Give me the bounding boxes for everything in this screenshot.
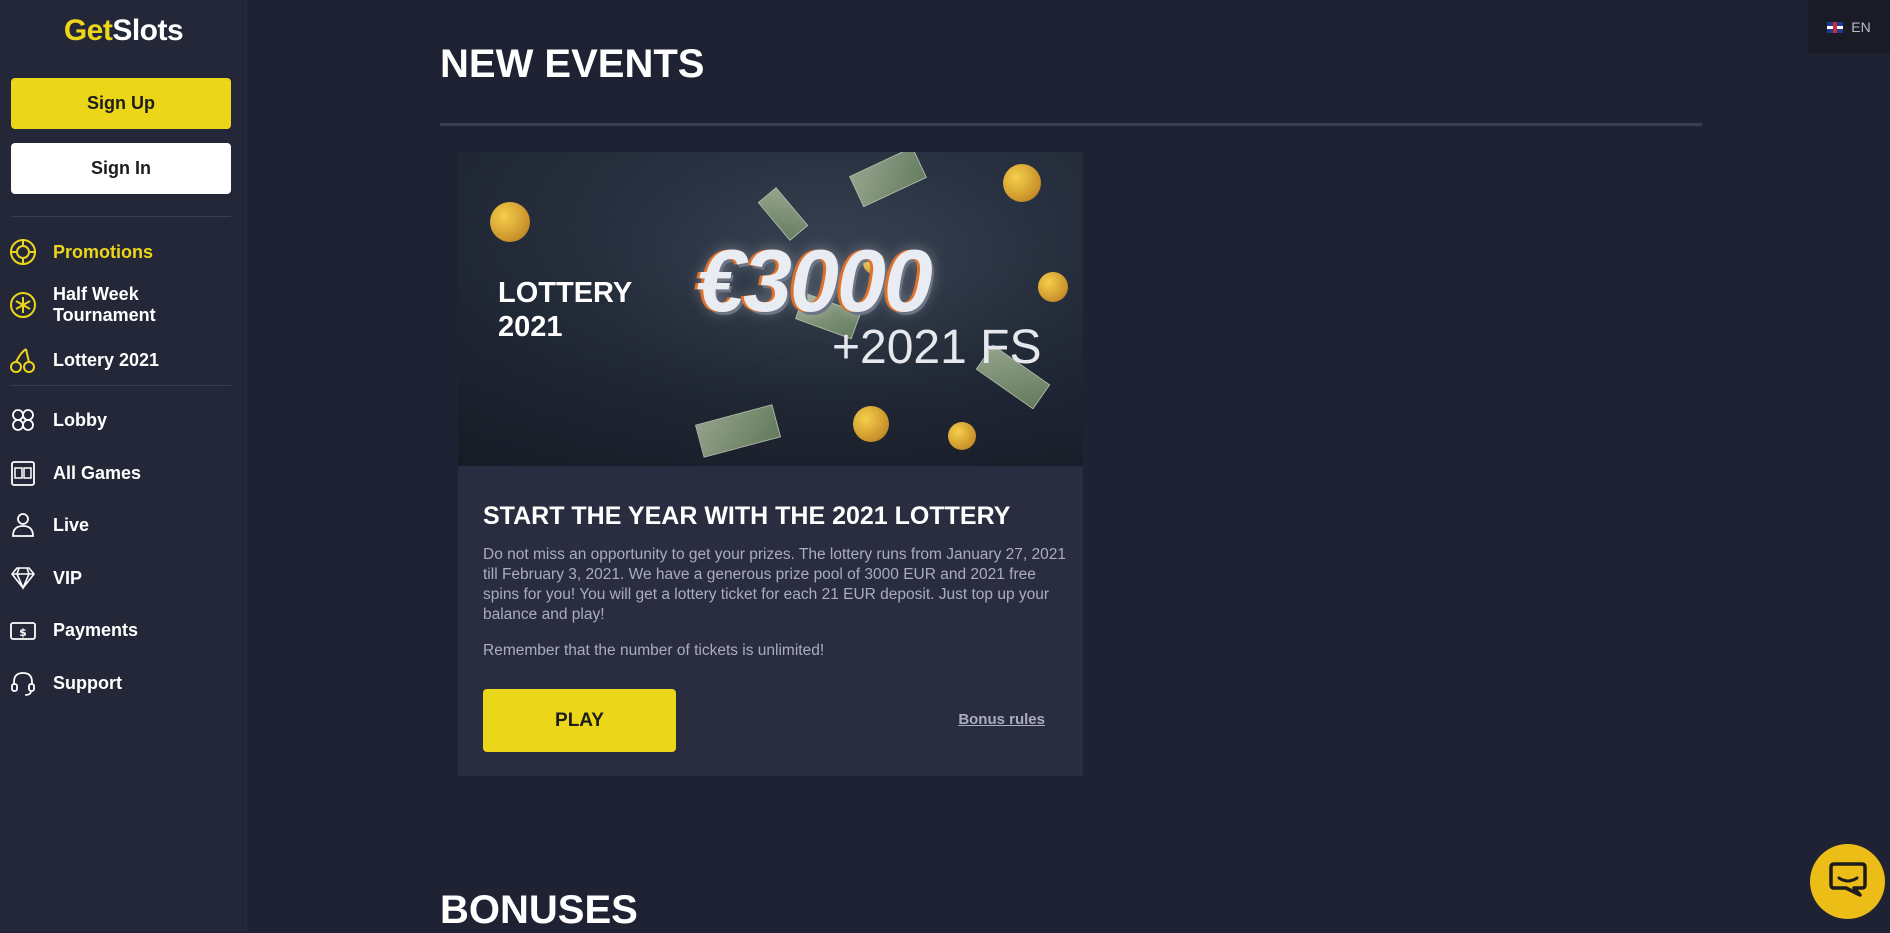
- language-code: EN: [1851, 19, 1871, 35]
- coin-decoration: [490, 202, 530, 242]
- logo-slots: Slots: [112, 14, 184, 47]
- coin-decoration: [1003, 164, 1041, 202]
- sidebar-item-promotions[interactable]: Promotions: [9, 238, 231, 266]
- slot-machine-icon: [9, 459, 37, 487]
- sidebar-item-lottery-2021[interactable]: Lottery 2021: [9, 346, 231, 374]
- sidebar-item-label: Promotions: [53, 241, 154, 262]
- sidebar-item-live[interactable]: Live: [9, 511, 231, 539]
- diamond-icon: [9, 564, 37, 592]
- sign-in-button[interactable]: Sign In: [11, 143, 231, 194]
- section-title-bonuses: BONUSES: [440, 888, 638, 932]
- sign-up-button[interactable]: Sign Up: [11, 78, 231, 129]
- dealer-icon: [9, 511, 37, 539]
- event-description: Do not miss an opportunity to get your p…: [483, 546, 1066, 623]
- bonus-rules-link[interactable]: Bonus rules: [958, 711, 1045, 728]
- sidebar-item-label: Payments: [53, 619, 139, 640]
- play-button[interactable]: PLAY: [483, 689, 676, 752]
- sidebar-item-support[interactable]: Support: [9, 669, 231, 697]
- banner-prize-amount: €3000: [696, 231, 933, 330]
- section-divider: [440, 123, 1702, 126]
- sidebar-item-payments[interactable]: $ Payments: [9, 616, 231, 644]
- coin-decoration: [853, 406, 889, 442]
- logo[interactable]: GetSlots: [0, 14, 247, 48]
- sidebar-divider: [11, 385, 231, 386]
- chat-bubble-icon: [1828, 860, 1868, 903]
- event-title: START THE YEAR WITH THE 2021 LOTTERY: [483, 502, 1011, 530]
- target-icon: [9, 238, 37, 266]
- section-title-new-events: NEW EVENTS: [440, 42, 705, 86]
- sidebar-item-label: Lobby: [53, 409, 107, 430]
- sidebar-item-label: Half Week Tournament: [53, 284, 156, 325]
- sidebar-item-label: Lottery 2021: [53, 349, 160, 370]
- sidebar-divider: [11, 216, 231, 217]
- money-icon: $: [9, 616, 37, 644]
- sidebar-item-vip[interactable]: VIP: [9, 564, 231, 592]
- clover-icon: [9, 406, 37, 434]
- svg-text:$: $: [19, 626, 27, 639]
- sidebar-item-lobby[interactable]: Lobby: [9, 406, 231, 434]
- sidebar-item-half-week-tournament[interactable]: Half Week Tournament: [9, 284, 231, 326]
- chat-button[interactable]: [1810, 844, 1885, 919]
- language-selector[interactable]: EN: [1808, 0, 1890, 54]
- sidebar: GetSlots Sign Up Sign In Promotions Half…: [0, 0, 247, 931]
- banner-title-line1: LOTTERY: [498, 277, 633, 309]
- cherries-icon: [9, 346, 37, 374]
- sidebar-item-label: Live: [53, 514, 90, 535]
- banner-title-line2: 2021: [498, 311, 563, 343]
- headset-icon: [9, 669, 37, 697]
- snowflake-icon: [9, 291, 37, 319]
- event-banner[interactable]: LOTTERY 2021 €3000 +2021 FS: [458, 152, 1083, 466]
- coin-decoration: [948, 422, 976, 450]
- sidebar-item-label: VIP: [53, 567, 83, 588]
- uk-flag-icon: [1827, 21, 1844, 33]
- event-note: Remember that the number of tickets is u…: [483, 642, 825, 659]
- sidebar-item-label: All Games: [53, 462, 142, 483]
- banner-title: LOTTERY 2021: [498, 276, 632, 344]
- coin-decoration: [1038, 272, 1068, 302]
- banner-free-spins: +2021 FS: [832, 321, 1042, 374]
- logo-get: Get: [63, 14, 113, 47]
- event-card: START THE YEAR WITH THE 2021 LOTTERY Do …: [458, 466, 1083, 776]
- sidebar-item-label: Support: [53, 672, 122, 693]
- sidebar-item-all-games[interactable]: All Games: [9, 459, 231, 487]
